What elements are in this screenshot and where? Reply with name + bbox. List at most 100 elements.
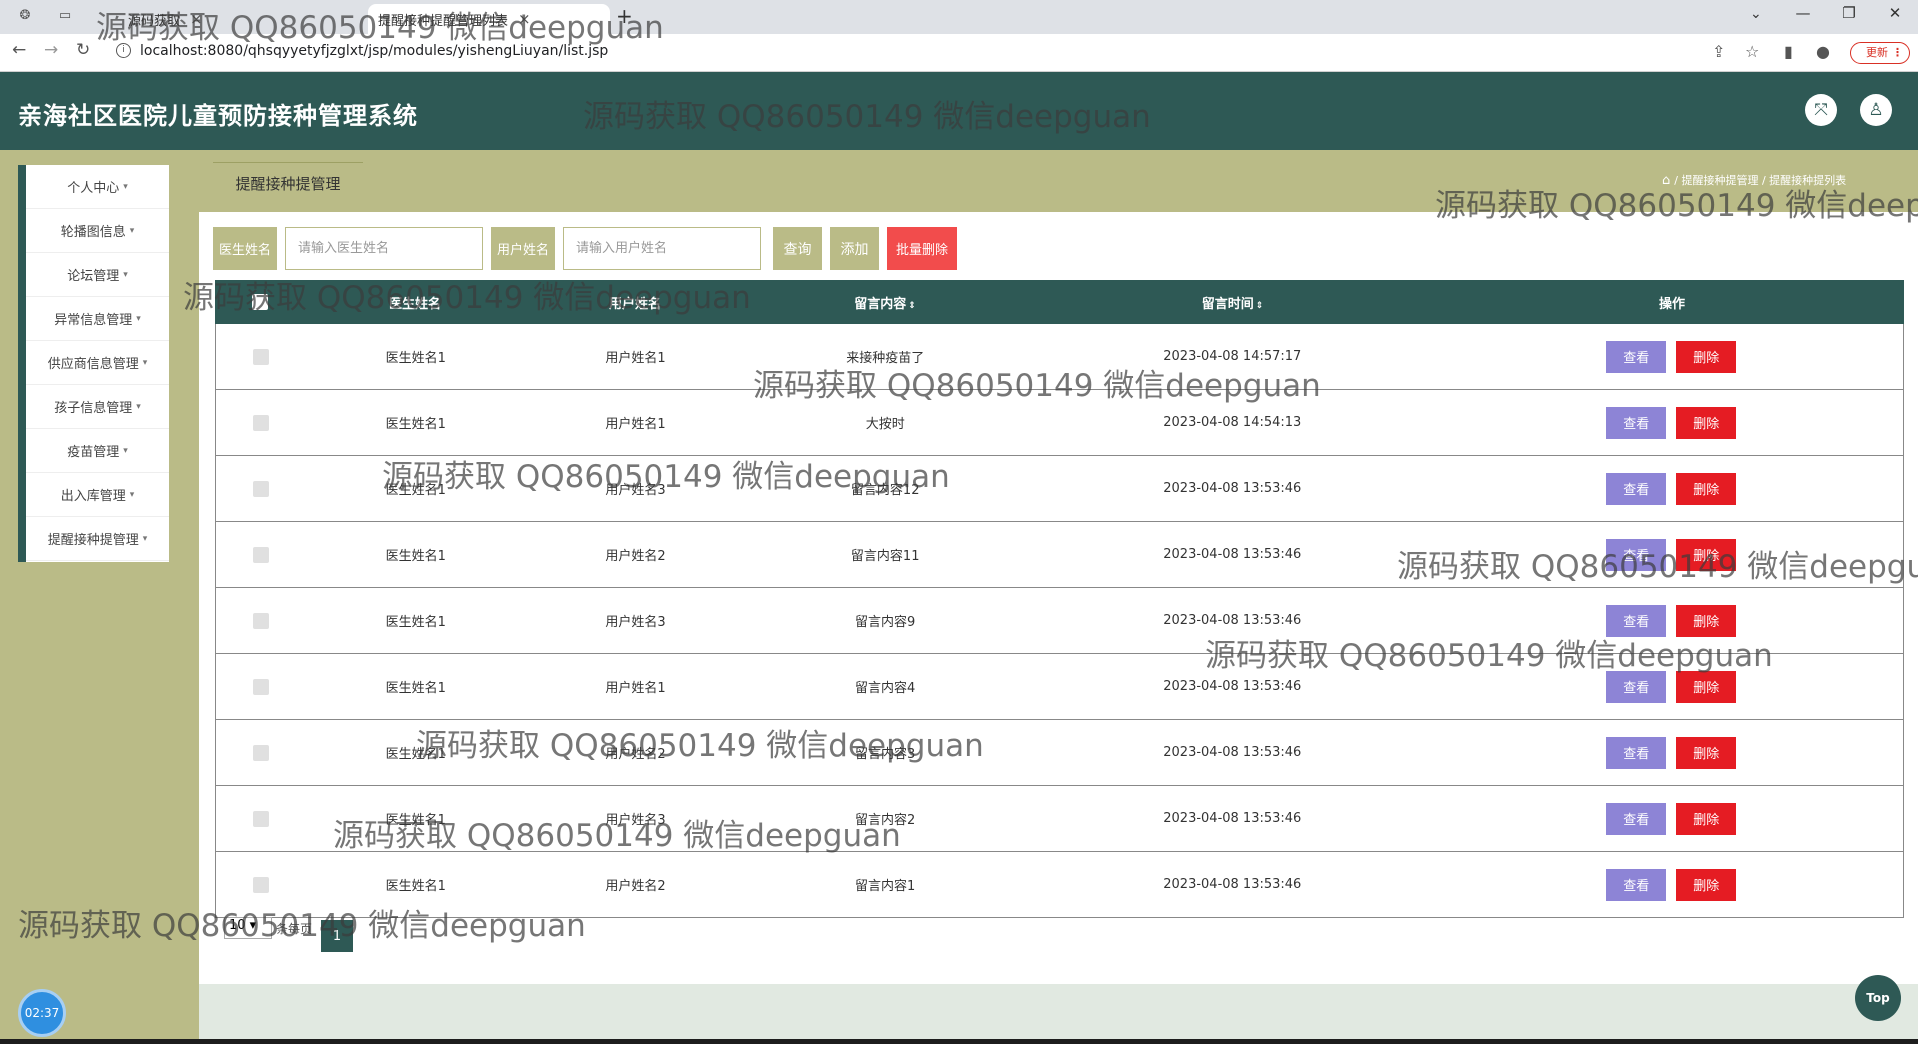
sidebar-item-vaccine[interactable]: 疫苗管理 ▾: [26, 429, 169, 473]
app-title: 亲海社区医院儿童预防接种管理系统: [18, 102, 418, 130]
view-button[interactable]: 查看: [1606, 406, 1667, 439]
row-checkbox[interactable]: [252, 348, 269, 365]
view-button[interactable]: 查看: [1606, 736, 1667, 769]
row-checkbox[interactable]: [252, 876, 269, 893]
cell-content: 留言内容2: [855, 813, 916, 828]
add-button[interactable]: 添加: [830, 227, 879, 270]
row-checkbox[interactable]: [252, 678, 269, 695]
main-content: 医生姓名 用户姓名 查询 添加 批量删除 医生姓名 用户姓名 留言内容⇕ 留言时…: [199, 212, 1918, 984]
sidebar-item-personal-center[interactable]: 个人中心 ▾: [26, 165, 169, 209]
query-button[interactable]: 查询: [773, 227, 822, 270]
view-button[interactable]: 查看: [1606, 670, 1667, 703]
cell-doctor: 医生姓名1: [385, 615, 446, 630]
view-button[interactable]: 查看: [1606, 472, 1667, 505]
delete-button[interactable]: 删除: [1676, 670, 1737, 703]
back-icon[interactable]: ←: [12, 40, 26, 60]
sidebar-item-supplier[interactable]: 供应商信息管理 ▾: [26, 341, 169, 385]
view-button[interactable]: 查看: [1606, 604, 1667, 637]
row-checkbox[interactable]: [252, 744, 269, 761]
header-content[interactable]: 留言内容 ⇕: [745, 293, 1025, 312]
profile-icon[interactable]: ●: [1816, 42, 1830, 61]
app-header: 亲海社区医院儿童预防接种管理系统 ⤧ ♙: [0, 72, 1918, 150]
header-time[interactable]: 留言时间 ⇕: [1025, 293, 1440, 312]
user-name-input[interactable]: [563, 227, 761, 270]
cell-user: 用户姓名3: [605, 813, 666, 828]
view-button[interactable]: 查看: [1606, 802, 1667, 835]
row-checkbox[interactable]: [252, 414, 269, 431]
header-label: 医生姓名: [388, 296, 441, 312]
cell-content: 留言内容1: [855, 879, 916, 894]
cell-doctor: 医生姓名1: [385, 417, 446, 432]
pagination-page-1[interactable]: 1: [321, 920, 353, 952]
cell-actions: 查看 删除: [1440, 340, 1903, 373]
row-checkbox[interactable]: [252, 546, 269, 563]
restore-icon[interactable]: ❐: [1826, 4, 1872, 22]
batch-delete-button[interactable]: 批量删除: [887, 227, 957, 270]
sidebar-item-forum[interactable]: 论坛管理 ▾: [26, 253, 169, 297]
delete-button[interactable]: 删除: [1676, 538, 1737, 571]
cell-time: 2023-04-08 14:57:17: [1163, 349, 1302, 364]
browser-menu-icon[interactable]: ❂: [16, 8, 34, 26]
fullscreen-icon[interactable]: ⤧: [1805, 94, 1837, 126]
delete-button[interactable]: 删除: [1676, 868, 1737, 901]
delete-button[interactable]: 删除: [1676, 472, 1737, 505]
page-tab[interactable]: 提醒接种提管理: [213, 162, 363, 204]
tab-title: 提醒接种提醒管理列表: [378, 13, 509, 29]
home-icon[interactable]: ⌂: [1662, 173, 1670, 188]
close-icon[interactable]: ×: [518, 10, 531, 28]
cell-user: 用户姓名3: [605, 483, 666, 498]
view-button[interactable]: 查看: [1606, 538, 1667, 571]
sidebar-item-reminder[interactable]: 提醒接种提管理 ▾: [26, 517, 169, 561]
sort-icon[interactable]: ⇕: [908, 301, 916, 311]
back-to-top-button[interactable]: Top: [1855, 975, 1901, 1021]
sidebar-item-inventory[interactable]: 出入库管理 ▾: [26, 473, 169, 517]
sort-icon[interactable]: ⇕: [1256, 301, 1264, 311]
cell-doctor: 医生姓名1: [385, 483, 446, 498]
forward-icon[interactable]: →: [44, 40, 58, 60]
page-size-value: 10: [229, 918, 246, 933]
browser-tab-1[interactable]: 源码获取 ×: [118, 4, 368, 34]
table-row: 医生姓名1 用户姓名3 留言内容2 2023-04-08 13:53:46 查看 删除: [215, 786, 1904, 852]
view-button[interactable]: 查看: [1606, 868, 1667, 901]
sidebar-item-label: 异常信息管理: [54, 313, 133, 328]
delete-button[interactable]: 删除: [1676, 604, 1737, 637]
sidebar-item-carousel[interactable]: 轮播图信息 ▾: [26, 209, 169, 253]
delete-button[interactable]: 删除: [1676, 802, 1737, 835]
delete-button[interactable]: 删除: [1676, 406, 1737, 439]
select-all-checkbox[interactable]: [252, 294, 268, 310]
cell-user: 用户姓名2: [605, 747, 666, 762]
browser-tab-2[interactable]: 提醒接种提醒管理列表 ×: [368, 4, 610, 34]
reload-icon[interactable]: ↻: [76, 40, 90, 60]
delete-button[interactable]: 删除: [1676, 340, 1737, 373]
breadcrumb-item[interactable]: 提醒接种提管理: [1681, 174, 1758, 187]
table-row: 医生姓名1 用户姓名1 留言内容4 2023-04-08 13:53:46 查看 删除: [215, 654, 1904, 720]
sidebar-item-children[interactable]: 孩子信息管理 ▾: [26, 385, 169, 429]
chevron-down-icon[interactable]: ⌄: [1750, 6, 1762, 22]
cell-doctor: 医生姓名1: [385, 747, 446, 762]
page-size-select[interactable]: 10 ▾: [224, 917, 272, 939]
update-button[interactable]: 更新 ⋮: [1850, 42, 1910, 64]
minimize-icon[interactable]: —: [1780, 4, 1826, 22]
star-icon[interactable]: ☆: [1745, 42, 1759, 61]
info-icon[interactable]: i: [116, 43, 131, 58]
sidebar-item-abnormal-info[interactable]: 异常信息管理 ▾: [26, 297, 169, 341]
cell-content: 留言内容12: [850, 483, 920, 498]
share-icon[interactable]: ⇪: [1712, 42, 1725, 61]
window-close-icon[interactable]: ✕: [1872, 4, 1918, 22]
row-checkbox[interactable]: [252, 810, 269, 827]
header-label: 用户姓名: [608, 296, 661, 312]
user-icon[interactable]: ♙: [1860, 94, 1892, 126]
sidepanel-icon[interactable]: ▮: [1784, 42, 1793, 61]
header-label: 留言内容: [854, 296, 907, 312]
new-tab-icon[interactable]: +: [616, 4, 633, 28]
caret-down-icon: ▾: [136, 313, 141, 324]
delete-button[interactable]: 删除: [1676, 736, 1737, 769]
url-field[interactable]: localhost:8080/qhsqyyetyfjzglxt/jsp/modu…: [140, 43, 608, 59]
close-icon[interactable]: ×: [190, 10, 203, 28]
sidebar-item-label: 出入库管理: [60, 489, 126, 504]
cell-time: 2023-04-08 13:53:46: [1163, 679, 1302, 694]
row-checkbox[interactable]: [252, 612, 269, 629]
row-checkbox[interactable]: [252, 480, 269, 497]
doctor-name-input[interactable]: [285, 227, 483, 270]
view-button[interactable]: 查看: [1606, 340, 1667, 373]
